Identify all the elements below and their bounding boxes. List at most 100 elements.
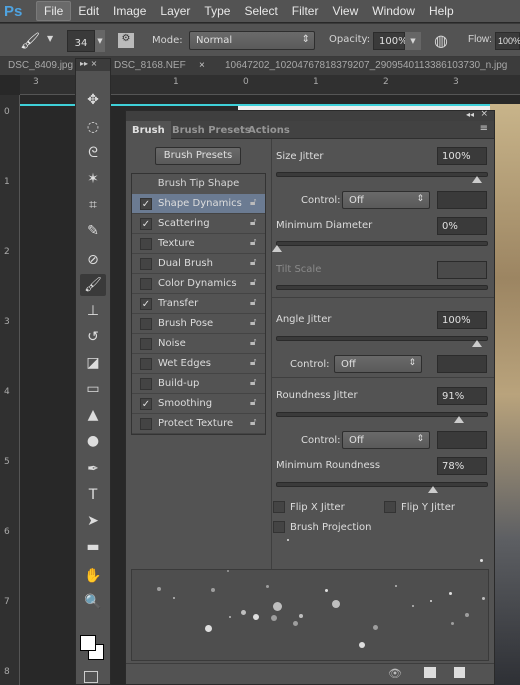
new-brush-icon[interactable] [454, 667, 465, 678]
minimum-diameter-input[interactable]: 0% [437, 217, 487, 235]
tab-actions[interactable]: Actions [242, 121, 296, 139]
flip-x-checkbox[interactable] [273, 501, 285, 513]
checkbox[interactable] [140, 338, 152, 350]
lock-icon[interactable]: 🔓︎ [250, 237, 256, 248]
type-tool-icon[interactable]: T [80, 484, 106, 506]
checkbox[interactable]: ✓ [140, 398, 152, 410]
hand-tool-icon[interactable]: ✋ [80, 565, 106, 587]
lock-icon[interactable]: 🔓︎ [250, 197, 256, 208]
opacity-input[interactable]: 100% [373, 32, 408, 50]
brush-option-brush-pose[interactable]: Brush Pose 🔓︎ [132, 314, 265, 334]
close-icon[interactable]: × [199, 60, 205, 71]
crop-tool-icon[interactable]: ⌗ [80, 194, 106, 216]
brush-tool-icon[interactable]: 🖌 [20, 31, 40, 50]
move-tool-icon[interactable]: ✥ [80, 89, 106, 111]
eyedropper-tool-icon[interactable]: ✎ [80, 220, 106, 242]
foreground-color-swatch[interactable] [80, 635, 96, 651]
minimum-roundness-slider[interactable] [276, 482, 488, 493]
eraser-tool-icon[interactable]: ◪ [80, 352, 106, 374]
history-brush-tool-icon[interactable]: ↺ [80, 326, 106, 348]
blur-tool-icon[interactable]: ▲ [80, 404, 106, 426]
menu-file[interactable]: File [36, 1, 72, 21]
lock-icon[interactable]: 🔓︎ [250, 417, 256, 428]
collapse-icon[interactable]: ◂◂ [466, 110, 474, 119]
doc-tab-2[interactable]: DSC_8168.NEF [114, 60, 186, 71]
brush-option-scattering[interactable]: ✓ Scattering 🔓︎ [132, 214, 265, 234]
tilt-scale-slider[interactable] [276, 285, 488, 290]
mode-select[interactable]: Normal ⇕ [189, 31, 315, 50]
checkbox[interactable] [140, 418, 152, 430]
tab-brush[interactable]: Brush [126, 121, 171, 139]
menu-edit[interactable]: Edit [71, 2, 106, 20]
brush-option-dual-brush[interactable]: Dual Brush 🔓︎ [132, 254, 265, 274]
brush-grid-icon[interactable] [424, 667, 436, 678]
menu-window[interactable]: Window [365, 2, 422, 20]
roundness-control-input[interactable] [437, 431, 487, 449]
angle-control-select[interactable]: Off [334, 355, 422, 373]
panel-menu-icon[interactable]: ≡ [480, 123, 488, 134]
minimum-diameter-slider[interactable] [272, 241, 488, 252]
pressure-opacity-icon[interactable]: ◍ [434, 31, 448, 50]
menu-type[interactable]: Type [197, 2, 237, 20]
dodge-tool-icon[interactable]: ● [80, 430, 106, 452]
healing-brush-tool-icon[interactable]: ⊘ [80, 249, 106, 271]
size-control-select[interactable]: Off [342, 191, 430, 209]
brush-option-transfer[interactable]: ✓ Transfer 🔓︎ [132, 294, 265, 314]
checkbox[interactable]: ✓ [140, 198, 152, 210]
lock-icon[interactable]: 🔓︎ [250, 317, 256, 328]
quick-mask-icon[interactable] [84, 671, 98, 683]
clone-stamp-tool-icon[interactable]: ⊥ [80, 300, 106, 322]
size-jitter-slider[interactable] [276, 172, 488, 183]
angle-control-input[interactable] [437, 355, 487, 373]
menu-image[interactable]: Image [106, 2, 153, 20]
close-icon[interactable]: × [480, 109, 488, 119]
brush-option-shape-dynamics[interactable]: ✓ Shape Dynamics 🔓︎ [132, 194, 265, 214]
brush-option-noise[interactable]: Noise 🔓︎ [132, 334, 265, 354]
lock-icon[interactable]: 🔓︎ [250, 357, 256, 368]
brush-option-protect-texture[interactable]: Protect Texture 🔓︎ [132, 414, 265, 434]
minimum-roundness-input[interactable]: 78% [437, 457, 487, 475]
brush-option-wet-edges[interactable]: Wet Edges 🔓︎ [132, 354, 265, 374]
flip-y-checkbox[interactable] [384, 501, 396, 513]
roundness-control-select[interactable]: Off [342, 431, 430, 449]
doc-tab-1[interactable]: DSC_8409.jpg [8, 60, 73, 71]
marquee-tool-icon[interactable]: ◌ [80, 116, 106, 138]
checkbox[interactable] [140, 278, 152, 290]
lock-icon[interactable]: 🔓︎ [250, 377, 256, 388]
brush-option-smoothing[interactable]: ✓ Smoothing 🔓︎ [132, 394, 265, 414]
brush-tip-shape[interactable]: Brush Tip Shape [132, 174, 265, 194]
lock-icon[interactable]: 🔓︎ [250, 217, 256, 228]
menu-select[interactable]: Select [237, 2, 284, 20]
zoom-tool-icon[interactable]: 🔍 [80, 591, 106, 613]
slider-thumb[interactable] [428, 486, 438, 493]
doc-tab-3[interactable]: 10647202_10204767818379207_2909540113386… [225, 60, 507, 71]
brush-projection-checkbox[interactable] [273, 521, 285, 533]
roundness-jitter-input[interactable]: 91% [437, 387, 487, 405]
size-control-input[interactable] [437, 191, 487, 209]
slider-thumb[interactable] [472, 176, 482, 183]
checkbox[interactable] [140, 358, 152, 370]
lock-icon[interactable]: 🔓︎ [250, 397, 256, 408]
angle-jitter-slider[interactable] [276, 336, 488, 347]
brush-option-color-dynamics[interactable]: Color Dynamics 🔓︎ [132, 274, 265, 294]
lock-icon[interactable]: 🔓︎ [250, 257, 256, 268]
checkbox[interactable] [140, 258, 152, 270]
brush-size-picker[interactable]: 34 [67, 30, 95, 52]
checkbox[interactable]: ✓ [140, 298, 152, 310]
angle-jitter-input[interactable]: 100% [437, 311, 487, 329]
slider-thumb[interactable] [272, 245, 282, 252]
lock-icon[interactable]: 🔓︎ [250, 277, 256, 288]
slider-thumb[interactable] [472, 340, 482, 347]
chevron-down-icon[interactable]: ▼ [47, 34, 53, 43]
gradient-tool-icon[interactable]: ▭ [80, 378, 106, 400]
flow-input[interactable]: 100% [495, 32, 520, 50]
brush-presets-button[interactable]: Brush Presets [155, 147, 241, 165]
checkbox[interactable] [140, 318, 152, 330]
collapse-icon[interactable]: ▸▸ × [76, 59, 110, 71]
rectangle-tool-icon[interactable]: ▬ [80, 536, 106, 558]
lock-icon[interactable]: 🔓︎ [250, 337, 256, 348]
brush-picker-dropdown[interactable]: ▼ [95, 30, 105, 52]
magic-wand-tool-icon[interactable]: ✶ [80, 168, 106, 190]
path-selection-tool-icon[interactable]: ➤ [80, 510, 106, 532]
checkbox[interactable]: ✓ [140, 218, 152, 230]
